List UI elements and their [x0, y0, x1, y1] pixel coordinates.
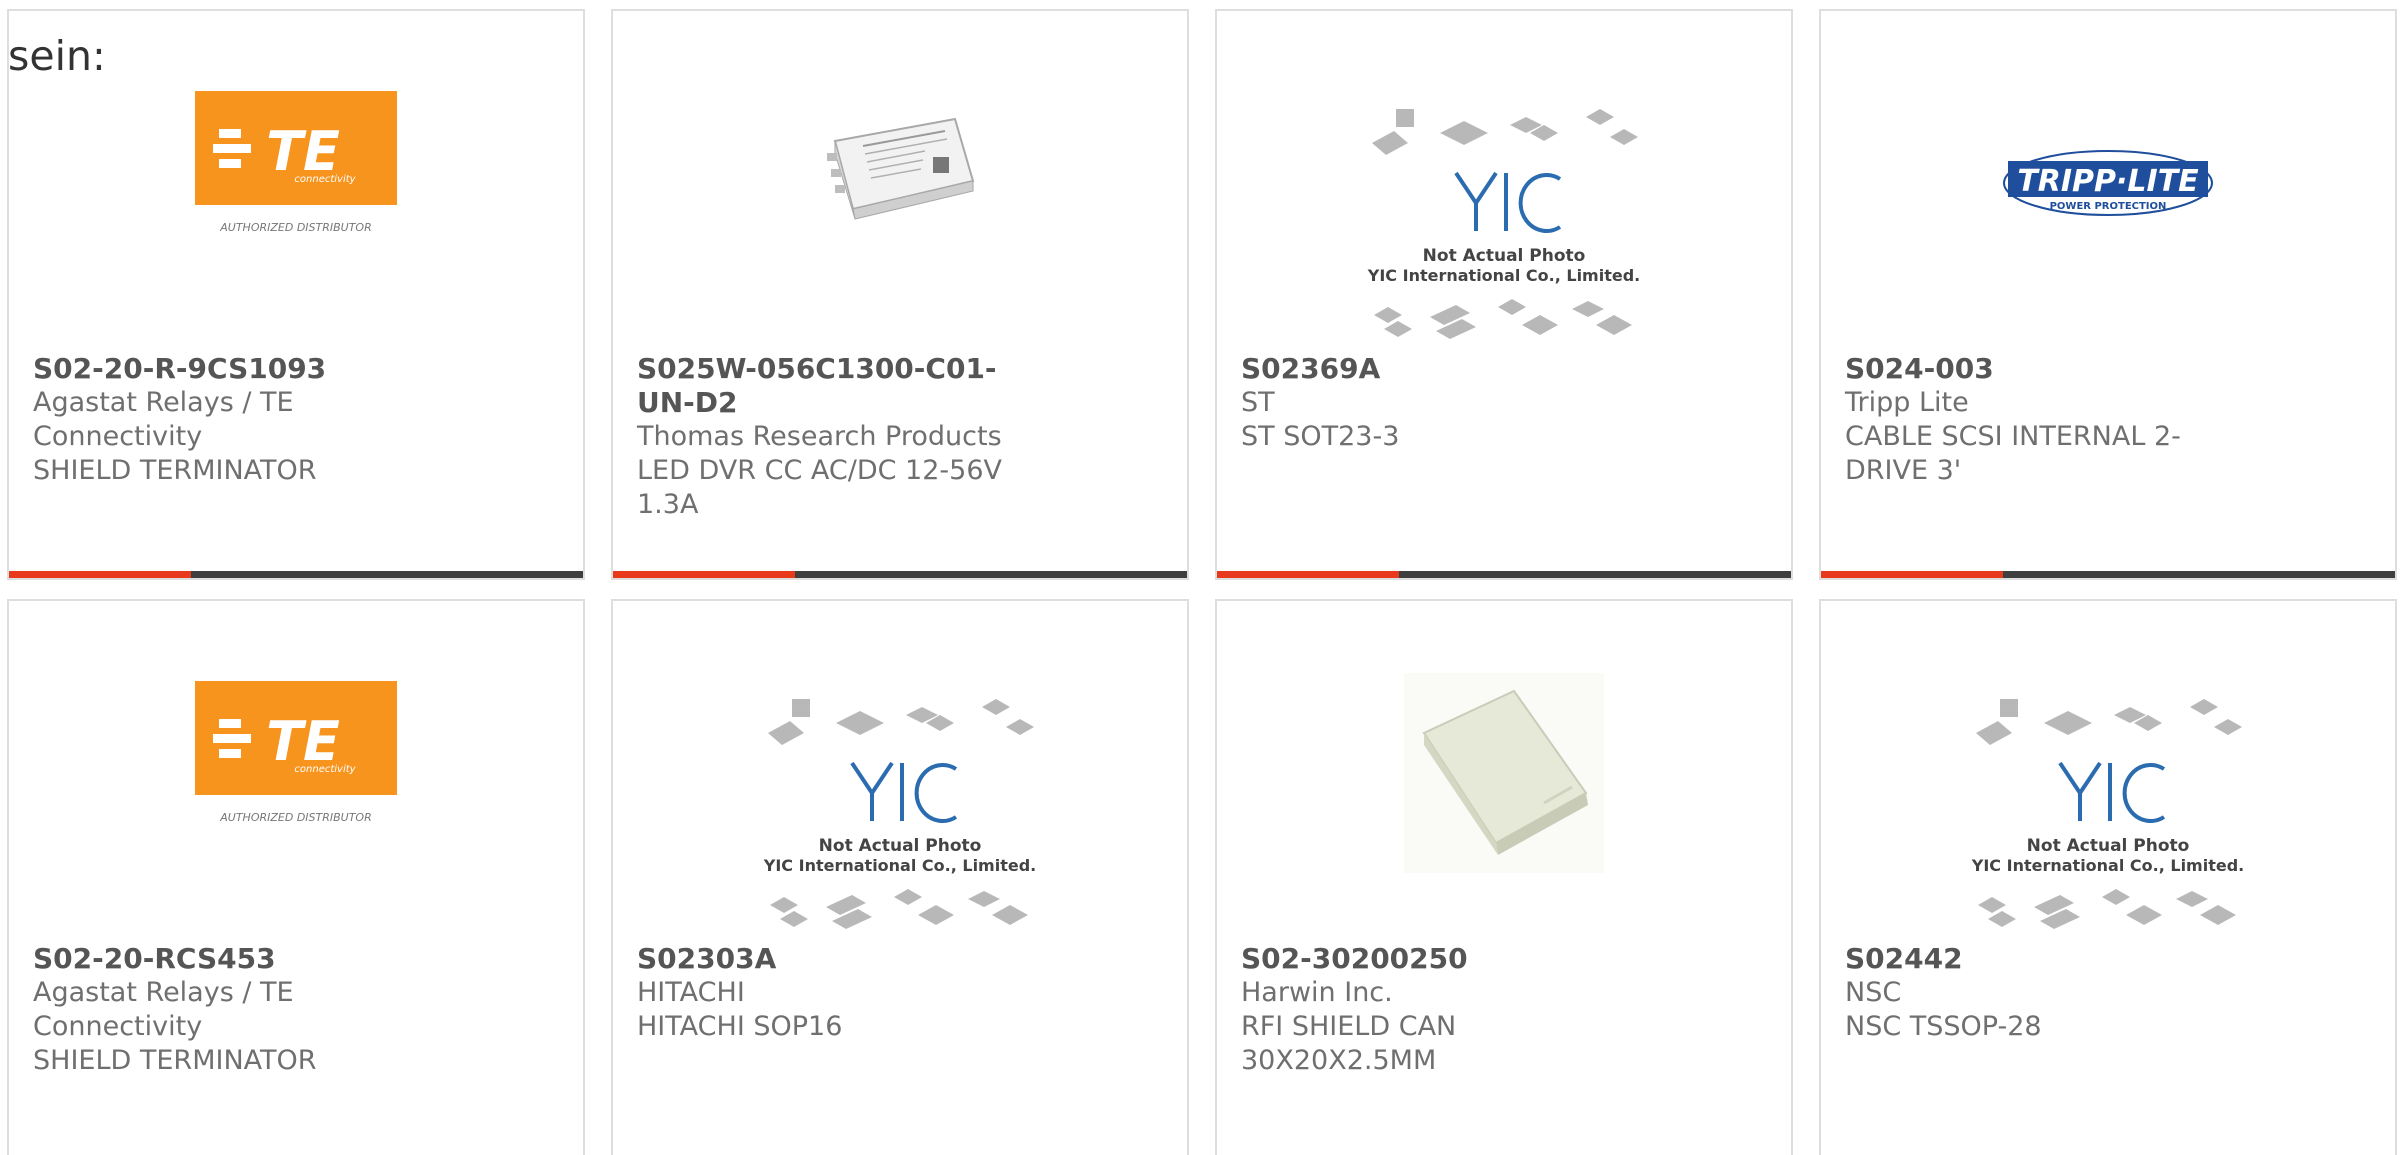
svg-text:YIC International Co., Limited: YIC International Co., Limited. [763, 856, 1036, 875]
card-progress-bar [1217, 571, 1791, 578]
led-driver-photo-icon [827, 117, 975, 220]
product-card[interactable]: S02-30200250 Harwin Inc. RFI SHIELD CAN … [1215, 599, 1793, 1155]
card-bar-accent [1821, 571, 2003, 578]
te-connectivity-logo-icon: TE connectivity AUTHORIZED DISTRIBUTOR [195, 681, 397, 824]
description: CABLE SCSI INTERNAL 2-DRIVE 3' [1845, 421, 2181, 486]
product-image[interactable]: Not Actual Photo YIC International Co., … [1821, 693, 2395, 953]
manufacturer: Thomas Research Products [637, 421, 1002, 452]
svg-text:connectivity: connectivity [294, 174, 356, 185]
description: LED DVR CC AC/DC 12-56V 1.3A [637, 455, 1002, 520]
svg-text:TRIPP·LITE: TRIPP·LITE [2017, 164, 2199, 199]
description: HITACHI SOP16 [637, 1011, 843, 1042]
product-grid-page: sein: TE connectivity AUTHORIZED DISTRIB… [0, 0, 2400, 1155]
manufacturer: Agastat Relays / TE Connectivity [33, 977, 294, 1042]
product-card[interactable]: Not Actual Photo YIC International Co., … [611, 599, 1189, 1155]
part-number[interactable]: S025W-056C1300-C01-UN-D2 [637, 352, 1037, 420]
part-number[interactable]: S02-30200250 [1241, 942, 1641, 976]
product-card[interactable]: TE connectivity AUTHORIZED DISTRIBUTOR S… [7, 599, 585, 1155]
card-bar-accent [613, 571, 795, 578]
product-image[interactable]: Not Actual Photo YIC International Co., … [1217, 103, 1791, 363]
description: NSC TSSOP-28 [1845, 1011, 2042, 1042]
product-card[interactable]: Not Actual Photo YIC International Co., … [1215, 9, 1793, 580]
manufacturer: Tripp Lite [1845, 387, 1969, 418]
card-progress-bar [9, 571, 583, 578]
product-card[interactable]: TRIPP·LITE POWER PROTECTION S024-003 Tri… [1819, 9, 2397, 580]
product-image[interactable] [1217, 673, 1791, 933]
svg-text:AUTHORIZED DISTRIBUTOR: AUTHORIZED DISTRIBUTOR [219, 221, 372, 234]
svg-text:Not Actual Photo: Not Actual Photo [2027, 836, 2190, 856]
description: SHIELD TERMINATOR [33, 1045, 317, 1076]
yic-placeholder-icon: Not Actual Photo YIC International Co., … [763, 699, 1036, 929]
description: SHIELD TERMINATOR [33, 455, 317, 486]
description: RFI SHIELD CAN 30X20X2.5MM [1241, 1011, 1457, 1076]
part-number[interactable]: S02442 [1845, 942, 2245, 976]
card-bar-accent [9, 571, 191, 578]
manufacturer: Agastat Relays / TE Connectivity [33, 387, 294, 452]
manufacturer: ST [1241, 387, 1275, 418]
te-connectivity-logo-icon: TE connectivity AUTHORIZED DISTRIBUTOR [195, 91, 397, 234]
manufacturer: HITACHI [637, 977, 745, 1008]
svg-text:Not Actual Photo: Not Actual Photo [1423, 246, 1586, 266]
card-bar-accent [1217, 571, 1399, 578]
part-number[interactable]: S02369A [1241, 352, 1641, 386]
product-image[interactable]: TE connectivity AUTHORIZED DISTRIBUTOR [9, 681, 583, 941]
shield-can-photo-icon [1404, 673, 1604, 873]
part-number[interactable]: S024-003 [1845, 352, 2245, 386]
card-progress-bar [1821, 571, 2395, 578]
yic-placeholder-icon: Not Actual Photo YIC International Co., … [1367, 109, 1640, 339]
product-image[interactable] [613, 91, 1187, 351]
description: ST SOT23-3 [1241, 421, 1400, 452]
part-number[interactable]: S02-20-R-9CS1093 [33, 352, 433, 386]
svg-text:AUTHORIZED DISTRIBUTOR: AUTHORIZED DISTRIBUTOR [219, 811, 372, 824]
svg-text:YIC International Co., Limited: YIC International Co., Limited. [1367, 266, 1640, 285]
manufacturer: NSC [1845, 977, 1902, 1008]
product-card[interactable]: Not Actual Photo YIC International Co., … [1819, 599, 2397, 1155]
intro-text: sein: [8, 32, 106, 80]
product-image[interactable]: TE connectivity AUTHORIZED DISTRIBUTOR [9, 91, 583, 351]
product-image[interactable]: Not Actual Photo YIC International Co., … [613, 693, 1187, 953]
product-card[interactable]: TE connectivity AUTHORIZED DISTRIBUTOR S… [7, 9, 585, 580]
part-number[interactable]: S02-20-RCS453 [33, 942, 433, 976]
part-number[interactable]: S02303A [637, 942, 1037, 976]
svg-text:POWER PROTECTION: POWER PROTECTION [2050, 201, 2167, 212]
yic-placeholder-icon: Not Actual Photo YIC International Co., … [1971, 699, 2244, 929]
svg-text:connectivity: connectivity [294, 764, 356, 775]
manufacturer: Harwin Inc. [1241, 977, 1393, 1008]
product-card[interactable]: S025W-056C1300-C01-UN-D2 Thomas Research… [611, 9, 1189, 580]
tripp-lite-logo-icon: TRIPP·LITE POWER PROTECTION [2003, 150, 2213, 216]
svg-text:Not Actual Photo: Not Actual Photo [819, 836, 982, 856]
card-progress-bar [613, 571, 1187, 578]
svg-text:YIC International Co., Limited: YIC International Co., Limited. [1971, 856, 2244, 875]
